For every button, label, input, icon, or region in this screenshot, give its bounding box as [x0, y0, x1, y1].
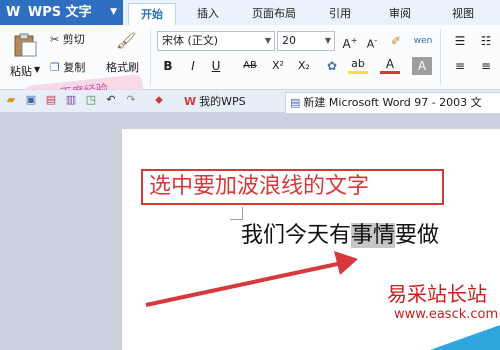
shrink-font-button[interactable]: A-	[362, 32, 382, 51]
document-workspace: 选中要加波浪线的文字 我们今天有事情要做 易采站长站 www.easck.com	[0, 113, 500, 350]
title-bar: W WPS 文字 ▼ 开始 插入 页面布局 引用 审阅 视图	[0, 0, 500, 26]
print-preview-icon[interactable]: ◳	[84, 93, 98, 107]
document-page[interactable]: 选中要加波浪线的文字 我们今天有事情要做 易采站长站 www.easck.com	[122, 129, 500, 350]
char-shading-button[interactable]: A	[412, 57, 432, 75]
numbered-list-icon[interactable]: ☷	[476, 32, 496, 50]
tab-references[interactable]: 引用	[320, 3, 360, 25]
chevron-down-icon: ▼	[324, 36, 331, 45]
save-icon[interactable]: ▣	[24, 93, 38, 107]
grow-font-button[interactable]: A+	[340, 32, 360, 51]
divider	[440, 29, 441, 85]
tab-view[interactable]: 视图	[443, 3, 483, 25]
clear-format-button[interactable]: ✐	[386, 32, 406, 50]
font-name-select[interactable]: 宋体 (正文) ▼	[157, 31, 275, 51]
decorative-corner	[430, 325, 500, 350]
font-color-button[interactable]: A	[380, 57, 400, 74]
align-center-icon[interactable]: ≡	[476, 57, 496, 75]
align-left-icon[interactable]: ≡	[450, 57, 470, 75]
dropdown-icon[interactable]: ⬥	[152, 93, 166, 107]
chevron-down-icon: ▼	[110, 7, 117, 17]
ribbon: 粘贴 ▼ ✂ 剪切 ❐ 复制 🖌 格式刷 百度经验 宋体 (正文) ▼ 20 ▼…	[0, 25, 500, 109]
tab-review[interactable]: 审阅	[380, 3, 420, 25]
site-watermark: 易采站长站	[387, 282, 487, 306]
wps-logo-icon: W	[184, 95, 197, 108]
undo-icon[interactable]: ↶	[104, 93, 118, 107]
pointer-arrow-icon	[145, 251, 358, 307]
text-after-selection: 要做	[395, 223, 440, 248]
strikethrough-button[interactable]: AB	[238, 57, 262, 75]
document-icon: ▤	[290, 96, 301, 109]
copy-button[interactable]: ❐ 复制	[50, 59, 90, 75]
margin-corner-mark	[230, 207, 243, 220]
divider	[150, 29, 151, 85]
app-name: WPS 文字	[27, 5, 92, 20]
app-menu-button[interactable]: W WPS 文字 ▼	[0, 0, 123, 25]
superscript-button[interactable]: X²	[268, 57, 288, 75]
subscript-button[interactable]: X₂	[294, 57, 314, 75]
tab-page-layout[interactable]: 页面布局	[244, 3, 304, 25]
cut-button[interactable]: ✂ 剪切	[50, 31, 102, 47]
export-pdf-icon[interactable]: ▤	[44, 93, 58, 107]
paintbrush-icon: 🖌	[116, 31, 137, 50]
tab-my-wps[interactable]: W 我的WPS	[172, 92, 270, 112]
pinyin-button[interactable]: wen	[410, 32, 436, 50]
print-icon[interactable]: ▥	[64, 93, 78, 107]
text-effect-icon[interactable]: ✿	[322, 57, 342, 75]
chevron-down-icon: ▼	[34, 65, 41, 74]
paste-label: 粘贴	[10, 65, 32, 78]
paste-button[interactable]: 粘贴 ▼	[8, 31, 42, 85]
underline-button[interactable]: U	[206, 57, 226, 75]
chevron-down-icon: ▼	[264, 36, 271, 45]
cut-label: 剪切	[62, 33, 85, 46]
redo-icon[interactable]: ↷	[124, 93, 138, 107]
wps-logo-icon: W	[6, 5, 21, 20]
open-folder-icon[interactable]: ▰	[4, 93, 18, 107]
scissors-icon: ✂	[50, 33, 60, 46]
italic-button[interactable]: I	[183, 57, 203, 75]
site-watermark-url: www.easck.com	[394, 307, 499, 322]
tab-home[interactable]: 开始	[128, 3, 176, 26]
callout-text: 选中要加波浪线的文字	[149, 174, 370, 199]
bullet-list-icon[interactable]: ☰	[450, 32, 470, 50]
format-painter-button[interactable]: 🖌 格式刷	[104, 31, 144, 81]
bold-button[interactable]: B	[158, 57, 178, 75]
clipboard-icon	[14, 33, 37, 57]
tab-document[interactable]: ▤ 新建 Microsoft Word 97 - 2003 文	[285, 92, 500, 113]
format-painter-label: 格式刷	[106, 61, 139, 74]
copy-label: 复制	[63, 61, 86, 74]
instruction-callout: 选中要加波浪线的文字	[141, 169, 444, 205]
highlight-button[interactable]: ab	[348, 57, 368, 74]
copy-icon: ❐	[50, 61, 60, 74]
quick-access-toolbar: ▰ ▣ ▤ ▥ ◳ ↶ ↷ ⬥ W 我的WPS ▤ 新建 Microsoft Wor…	[0, 90, 500, 113]
tab-insert[interactable]: 插入	[188, 3, 228, 25]
font-size-select[interactable]: 20 ▼	[277, 31, 335, 51]
